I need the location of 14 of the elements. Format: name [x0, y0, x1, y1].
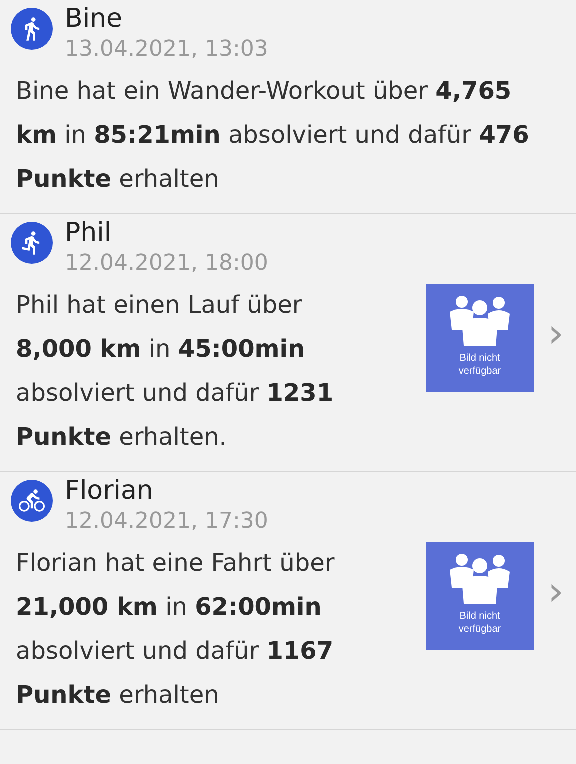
- user-name: Phil: [65, 217, 113, 249]
- chevron-icon[interactable]: ›: [548, 572, 564, 620]
- cyclist-icon: [19, 488, 45, 514]
- placeholder-text: Bild nicht verfügbar: [458, 610, 502, 636]
- activity-description: Phil hat einen Lauf über 8,000 km in 45:00min absolviert und dafür 1231 Punkte erhalten.: [15, 290, 335, 453]
- activity-date: 12.04.2021, 18:00: [65, 250, 268, 278]
- chevron-icon[interactable]: ›: [548, 314, 564, 362]
- user-name: Bine: [65, 3, 124, 35]
- activity-date: 12.04.2021, 17:30: [65, 508, 268, 536]
- placeholder-text: Bild nicht verfügbar: [458, 352, 502, 378]
- activity-description: Bine hat ein Wander-Workout über 4,765 km in 85:21min absolviert und dafür 476 Punkte erhalten: [15, 76, 530, 195]
- user-name: Florian: [65, 475, 154, 507]
- activity-description: Florian hat eine Fahrt über 21,000 km in 62:00min absolviert und dafür 1167 Punkte erhalten: [15, 548, 336, 711]
- activity-date: 13.04.2021, 13:03: [65, 36, 268, 64]
